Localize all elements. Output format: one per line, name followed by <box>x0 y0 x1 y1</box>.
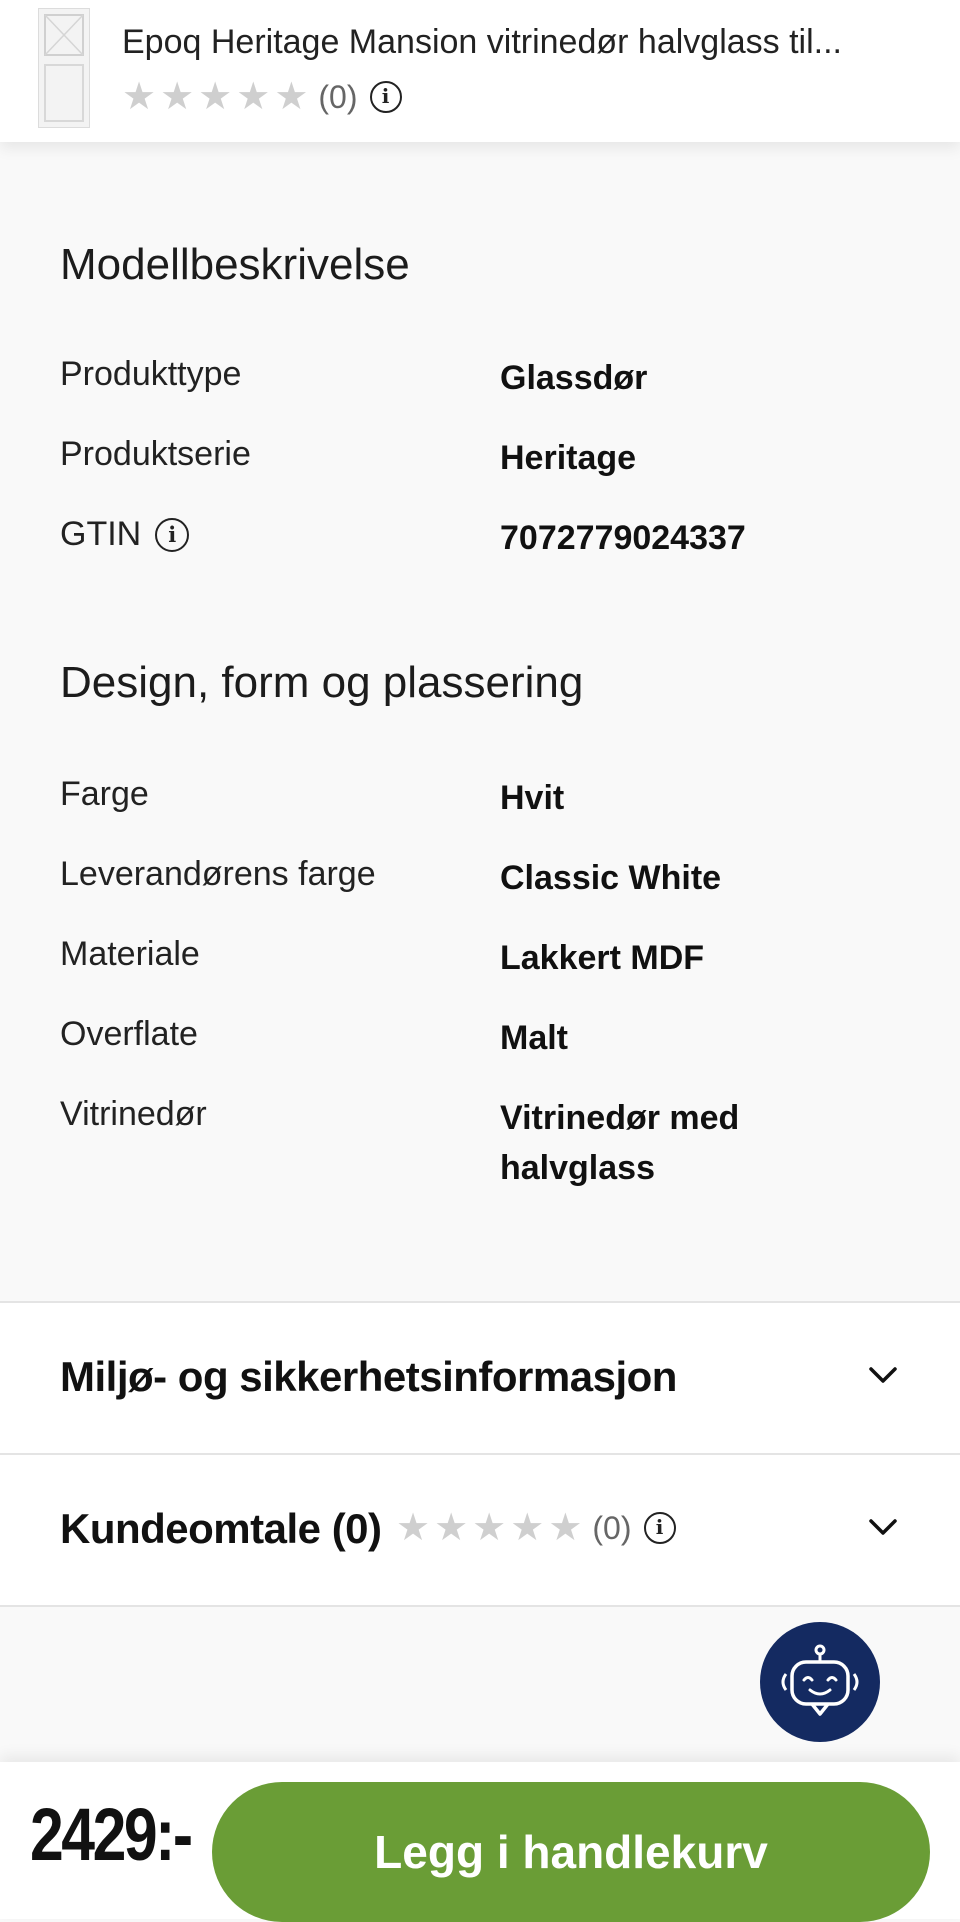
sticky-product-header: Epoq Heritage Mansion vitrinedør halvgla… <box>0 0 960 142</box>
spec-label: Farge <box>60 775 149 813</box>
spec-value: Glassdør <box>500 359 648 397</box>
accordion-title: Miljø- og sikkerhetsinformasjon <box>60 1353 677 1400</box>
chevron-down-icon <box>869 1519 897 1535</box>
spec-label: Vitrinedør <box>60 1095 207 1133</box>
rating-count: (0) <box>592 1509 632 1546</box>
rating-stars: ★ ★ ★ ★ ★ <box>396 1509 586 1547</box>
rating-count: (0) <box>318 78 358 115</box>
spec-label-text: GTIN <box>60 515 142 553</box>
spec-value: Lakkert MDF <box>500 939 705 977</box>
spec-value: Malt <box>500 1019 568 1057</box>
spec-value: Heritage <box>500 439 637 477</box>
star-icon: ★ <box>434 1507 469 1549</box>
add-to-cart-button[interactable]: Legg i handlekurv <box>212 1782 930 1922</box>
spec-label: Overflate <box>60 1015 198 1053</box>
spec-label: Produktserie <box>60 435 251 473</box>
star-icon: ★ <box>510 1507 545 1549</box>
star-icon: ★ <box>236 76 271 118</box>
rating-stars: ★ ★ ★ ★ ★ <box>122 78 312 116</box>
star-icon: ★ <box>122 76 157 118</box>
spec-label: Produkttype <box>60 355 242 393</box>
star-icon: ★ <box>274 76 309 118</box>
product-thumbnail[interactable] <box>38 8 90 128</box>
info-icon[interactable]: i <box>643 1512 676 1544</box>
section-title-model-description: Modellbeskrivelse <box>60 240 410 289</box>
accordion-environment-safety[interactable]: Miljø- og sikkerhetsinformasjon <box>0 1303 960 1453</box>
accordion-title: Kundeomtale (0) <box>60 1505 382 1552</box>
accordion-reviews[interactable]: Kundeomtale (0) ★ ★ ★ ★ ★ (0) i <box>0 1455 960 1605</box>
chevron-down-icon <box>869 1367 897 1383</box>
spec-label: Leverandørens farge <box>60 855 376 893</box>
divider <box>0 1605 960 1607</box>
section-title-design: Design, form og plassering <box>60 658 584 707</box>
star-icon: ★ <box>396 1507 431 1549</box>
spec-value: Hvit <box>500 779 565 817</box>
spec-value-gtin: 7072779024337 <box>500 519 746 557</box>
sticky-buy-bar: 2429:- Legg i handlekurv <box>0 1762 960 1922</box>
info-icon[interactable]: i <box>369 81 402 113</box>
spec-value: Vitrinedør med halvglass <box>500 1099 740 1187</box>
header-rating[interactable]: ★ ★ ★ ★ ★ (0) i <box>122 78 402 116</box>
spec-label: Materiale <box>60 935 200 973</box>
star-icon: ★ <box>472 1507 507 1549</box>
door-thumbnail-icon <box>44 14 84 122</box>
chatbot-button[interactable] <box>760 1622 880 1742</box>
star-icon: ★ <box>548 1507 583 1549</box>
star-icon: ★ <box>160 76 195 118</box>
reviews-rating: ★ ★ ★ ★ ★ (0) i <box>396 1509 676 1547</box>
spec-value: Classic White <box>500 859 722 897</box>
star-icon: ★ <box>198 76 233 118</box>
info-icon[interactable]: i <box>155 517 190 552</box>
chatbot-icon <box>781 1644 859 1716</box>
product-title[interactable]: Epoq Heritage Mansion vitrinedør halvgla… <box>122 20 842 64</box>
price: 2429:- <box>30 1793 193 1876</box>
spec-label-gtin: GTIN i <box>60 515 190 554</box>
